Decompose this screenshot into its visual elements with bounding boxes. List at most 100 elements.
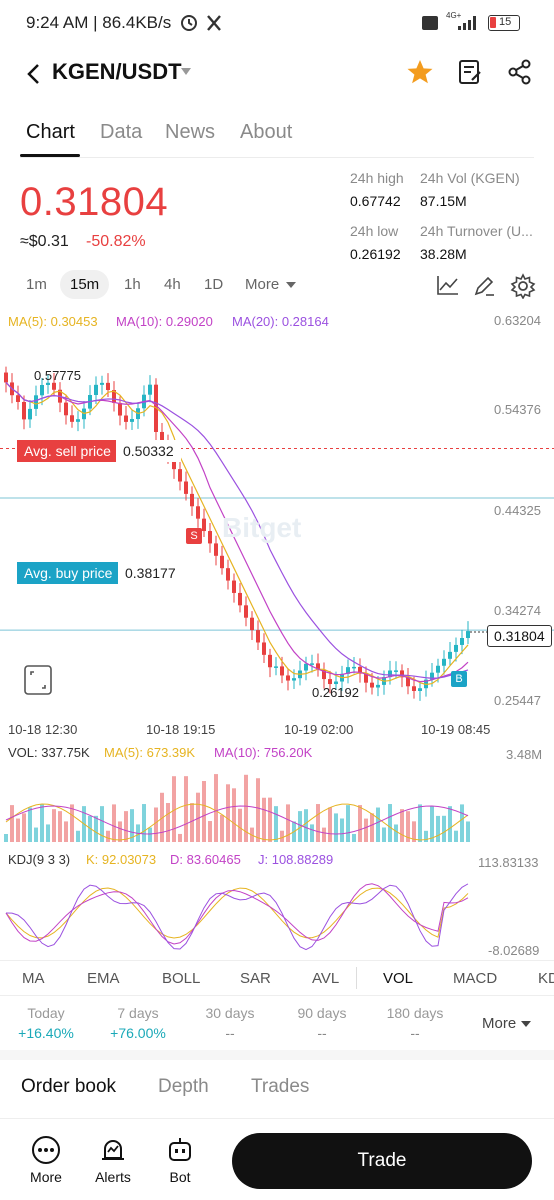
avg-sell-value-tag: 0.50332 [116, 440, 181, 462]
volume-bar [466, 821, 470, 842]
candle [148, 384, 152, 395]
kdj-k-line [5, 887, 469, 939]
volume-bar [340, 818, 344, 842]
volume-bar [40, 804, 44, 842]
perf-90d: 90 days -- [290, 1005, 354, 1041]
candle [190, 493, 194, 507]
candle [226, 568, 230, 581]
candle [106, 382, 110, 391]
volume-bar [346, 805, 350, 842]
draw-pen-icon[interactable] [472, 274, 496, 298]
volume-bar [34, 827, 38, 842]
candle [256, 630, 260, 643]
current-price-tag: 0.31804 [487, 625, 552, 647]
volume-bar [334, 813, 338, 842]
candle [442, 658, 446, 666]
volume-bar [142, 804, 146, 842]
volume-bar [232, 788, 236, 842]
pair-dropdown-icon[interactable] [180, 66, 192, 76]
volume-bar [268, 797, 272, 842]
volume-bar [430, 806, 434, 842]
indicator-ma[interactable]: MA [22, 970, 45, 987]
volume-bar [364, 818, 368, 842]
share-icon[interactable] [506, 58, 534, 86]
candle [292, 678, 296, 681]
alerts-icon [102, 1140, 124, 1160]
tab-data[interactable]: Data [100, 121, 142, 144]
trade-button[interactable]: Trade [232, 1133, 532, 1189]
tab-order-book[interactable]: Order book [21, 1076, 116, 1098]
volume-bar [106, 830, 110, 842]
interval-1d[interactable]: 1D [204, 276, 223, 293]
nav-alerts[interactable]: Alerts [83, 1135, 143, 1185]
candle [310, 663, 314, 665]
tab-depth[interactable]: Depth [158, 1076, 209, 1098]
perf-today: Today +16.40% [16, 1005, 76, 1041]
volume-bar [400, 809, 404, 842]
bot-icon [169, 1138, 191, 1161]
settings-gear-icon[interactable] [510, 273, 536, 299]
favorite-star-icon[interactable] [406, 58, 434, 86]
indicator-kd[interactable]: KD [538, 970, 554, 987]
usd-price: ≈$0.31 [20, 233, 69, 250]
volume-bar [184, 776, 188, 842]
volume-bar [124, 811, 128, 842]
perf-label: 30 days [205, 1005, 255, 1021]
candle [16, 395, 20, 402]
volume-bar [64, 821, 68, 842]
volume-bar [322, 827, 326, 842]
candle [46, 382, 50, 385]
tab-chart[interactable]: Chart [26, 121, 75, 144]
sell-marker: S [186, 528, 202, 544]
interval-1h[interactable]: 1h [124, 276, 141, 293]
indicator-avl[interactable]: AVL [312, 970, 339, 987]
status-app-icons [181, 15, 221, 31]
back-icon[interactable] [24, 62, 44, 86]
interval-more[interactable]: More [245, 276, 279, 293]
nav-more[interactable]: More [16, 1135, 76, 1185]
interval-15m[interactable]: 15m [60, 270, 110, 299]
volume-bar [448, 806, 452, 842]
interval-4h[interactable]: 4h [164, 276, 181, 293]
indicator-vol[interactable]: VOL [383, 970, 413, 987]
avg-buy-tag: Avg. buy price [17, 562, 120, 584]
kdj-chart [5, 883, 469, 951]
perf-label: 90 days [297, 1005, 347, 1021]
candle [76, 419, 80, 422]
network-type: 4G+ [446, 11, 462, 20]
tab-news[interactable]: News [165, 121, 215, 144]
tab-trades[interactable]: Trades [251, 1076, 309, 1098]
volume-bar [28, 807, 32, 842]
candle [196, 506, 200, 519]
indicator-boll[interactable]: BOLL [162, 970, 200, 987]
volume-bar [310, 824, 314, 842]
volume-bar [220, 814, 224, 842]
indicator-line-icon[interactable] [436, 274, 460, 296]
tab-about[interactable]: About [240, 121, 292, 144]
fullscreen-icon[interactable] [24, 665, 52, 695]
avg-sell-label: Avg. sell price [24, 443, 111, 459]
perf-more-button[interactable]: More [482, 1015, 516, 1032]
avg-buy-label: Avg. buy price [24, 565, 113, 581]
avg-buy-value-tag: 0.38177 [118, 562, 183, 584]
tabs-divider [20, 157, 534, 158]
section-divider [0, 1050, 554, 1060]
volume-bar [16, 818, 20, 842]
candle [262, 642, 266, 655]
indicator-bar: MA EMA BOLL SAR AVL VOL MACD KD [0, 960, 554, 996]
candlestick-chart[interactable] [0, 305, 554, 715]
kdj-legend: KDJ(9 3 3) [8, 852, 71, 867]
indicator-macd[interactable]: MACD [453, 970, 497, 987]
indicator-sar[interactable]: SAR [240, 970, 271, 987]
candle [124, 415, 128, 422]
candle [64, 402, 68, 416]
nav-bot[interactable]: Bot [150, 1135, 210, 1185]
perf-label: Today [27, 1005, 65, 1021]
indicator-ema[interactable]: EMA [87, 970, 120, 987]
pair-title[interactable]: KGEN/USDT [52, 59, 182, 85]
candle [418, 688, 422, 691]
note-edit-icon[interactable] [456, 58, 484, 86]
kdj-k-legend: K: 92.03073 [86, 852, 157, 867]
interval-1m[interactable]: 1m [26, 276, 47, 293]
time-axis-label: 10-18 19:15 [146, 722, 216, 737]
